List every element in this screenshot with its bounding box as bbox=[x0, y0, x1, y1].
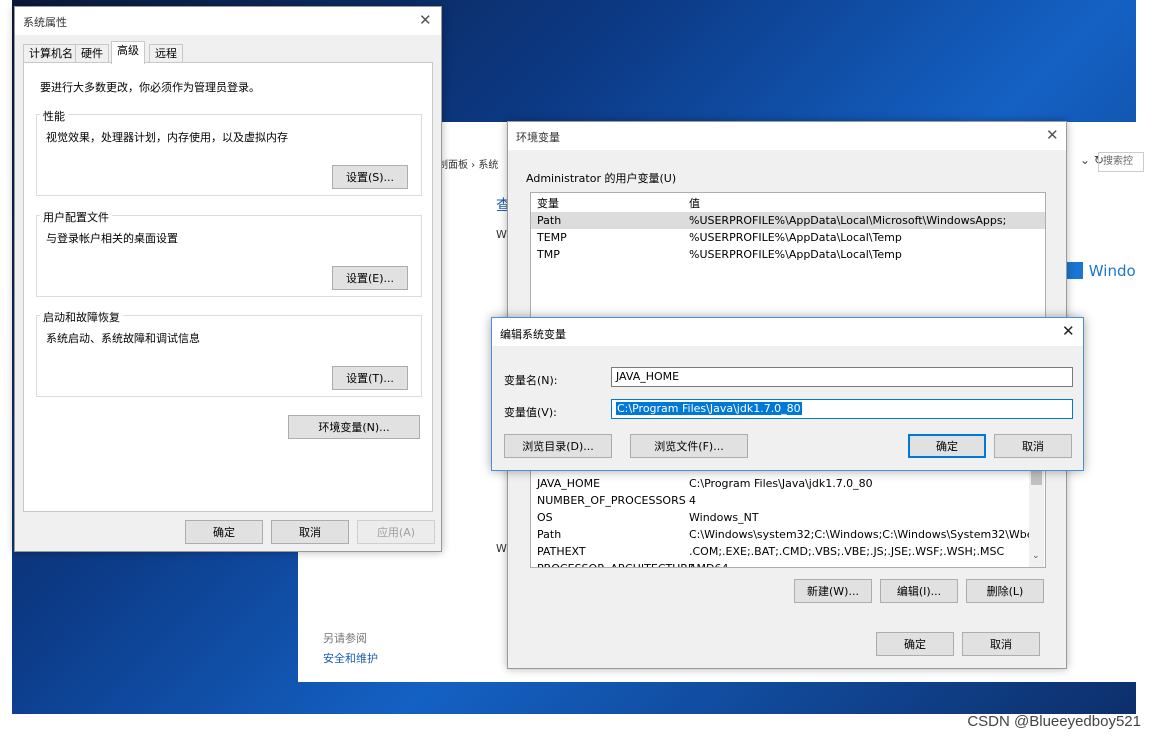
close-icon[interactable]: ✕ bbox=[419, 11, 432, 29]
list-item[interactable]: Path %USERPROFILE%\AppData\Local\Microso… bbox=[531, 212, 1045, 229]
list-item[interactable]: JAVA_HOME C:\Program Files\Java\jdk1.7.0… bbox=[531, 475, 1045, 492]
variable-value-label: 变量值(V): bbox=[504, 406, 557, 419]
admin-notice: 要进行大多数更改，你必须作为管理员登录。 bbox=[40, 81, 260, 94]
address-bar[interactable]: 制面板 › 系统 bbox=[438, 156, 498, 171]
new-button[interactable]: 新建(W)... bbox=[794, 579, 872, 603]
tab-hardware[interactable]: 硬件 bbox=[75, 44, 109, 63]
search-input[interactable]: 搜索控 bbox=[1098, 152, 1144, 172]
list-header: 变量 值 bbox=[537, 197, 700, 210]
list-item[interactable]: TMP %USERPROFILE%\AppData\Local\Temp bbox=[531, 246, 1045, 263]
list-item[interactable]: NUMBER_OF_PROCESSORS 4 bbox=[531, 492, 1045, 509]
ok-button[interactable]: 确定 bbox=[908, 434, 986, 458]
dialog-title: 环境变量 bbox=[516, 131, 560, 144]
titlebar bbox=[15, 7, 441, 35]
ok-button[interactable]: 确定 bbox=[185, 520, 263, 544]
apply-button[interactable]: 应用(A) bbox=[357, 520, 435, 544]
performance-settings-button[interactable]: 设置(S)... bbox=[332, 165, 408, 189]
user-profiles-settings-button[interactable]: 设置(E)... bbox=[332, 266, 408, 290]
titlebar bbox=[508, 122, 1066, 150]
browse-directory-button[interactable]: 浏览目录(D)... bbox=[504, 434, 612, 458]
list-item[interactable]: PROCESSOR_ARCHITECTURE AMD64 bbox=[531, 560, 1045, 567]
edit-button[interactable]: 编辑(I)... bbox=[880, 579, 958, 603]
chevron-down-icon[interactable]: ⌄ bbox=[1032, 551, 1040, 561]
windows-logo: Windo bbox=[1066, 262, 1136, 280]
user-vars-list[interactable]: 变量 值 Path %USERPROFILE%\AppData\Local\Mi… bbox=[530, 192, 1046, 320]
list-item[interactable]: OS Windows_NT bbox=[531, 509, 1045, 526]
group-label: 用户配置文件 bbox=[40, 209, 112, 225]
variable-name-label: 变量名(N): bbox=[504, 374, 558, 387]
dialog-title: 系统属性 bbox=[23, 16, 67, 29]
user-vars-label: Administrator 的用户变量(U) bbox=[526, 172, 677, 185]
cancel-button[interactable]: 取消 bbox=[962, 632, 1040, 656]
environment-variables-button[interactable]: 环境变量(N)... bbox=[288, 415, 420, 439]
cancel-button[interactable]: 取消 bbox=[994, 434, 1072, 458]
windows-flag-icon bbox=[1066, 262, 1084, 279]
cancel-button[interactable]: 取消 bbox=[271, 520, 349, 544]
scrollbar[interactable]: ⌄ bbox=[1029, 467, 1044, 567]
edit-system-variable-dialog: 编辑系统变量 ✕ 变量名(N): JAVA_HOME 变量值(V): C:\Pr… bbox=[491, 317, 1084, 471]
variable-value-field[interactable]: C:\Program Files\Java\jdk1.7.0_80 bbox=[611, 399, 1073, 419]
tab-remote[interactable]: 远程 bbox=[149, 44, 183, 63]
dialog-title: 编辑系统变量 bbox=[500, 328, 566, 341]
titlebar bbox=[492, 318, 1083, 346]
group-desc: 视觉效果，处理器计划，内存使用，以及虚拟内存 bbox=[46, 131, 288, 144]
tab-advanced[interactable]: 高级 bbox=[111, 41, 145, 64]
close-icon[interactable]: ✕ bbox=[1062, 322, 1075, 340]
group-label: 性能 bbox=[40, 108, 68, 124]
system-properties-dialog: 系统属性 ✕ 计算机名 硬件 高级 远程 要进行大多数更改，你必须作为管理员登录… bbox=[14, 6, 442, 552]
list-item[interactable]: TEMP %USERPROFILE%\AppData\Local\Temp bbox=[531, 229, 1045, 246]
group-desc: 与登录帐户相关的桌面设置 bbox=[46, 232, 178, 245]
group-label: 启动和故障恢复 bbox=[40, 309, 123, 325]
selected-text: C:\Program Files\Java\jdk1.7.0_80 bbox=[616, 402, 802, 415]
watermark: CSDN @Blueeyedboy521 bbox=[967, 713, 1141, 730]
delete-button[interactable]: 删除(L) bbox=[966, 579, 1044, 603]
list-item[interactable]: Path C:\Windows\system32;C:\Windows;C:\W… bbox=[531, 526, 1045, 543]
group-desc: 系统启动、系统故障和调试信息 bbox=[46, 332, 200, 345]
see-also-heading: 另请参阅 bbox=[323, 632, 367, 645]
security-maintenance-link[interactable]: 安全和维护 bbox=[323, 650, 378, 666]
system-vars-list[interactable]: JAVA_HOME C:\Program Files\Java\jdk1.7.0… bbox=[530, 466, 1046, 568]
tab-panel: 要进行大多数更改，你必须作为管理员登录。 性能 视觉效果，处理器计划，内存使用，… bbox=[23, 62, 433, 512]
variable-name-field[interactable]: JAVA_HOME bbox=[611, 367, 1073, 387]
list-item[interactable]: PATHEXT .COM;.EXE;.BAT;.CMD;.VBS;.VBE;.J… bbox=[531, 543, 1045, 560]
startup-settings-button[interactable]: 设置(T)... bbox=[332, 366, 408, 390]
ok-button[interactable]: 确定 bbox=[876, 632, 954, 656]
tab-computer-name[interactable]: 计算机名 bbox=[23, 44, 79, 63]
close-icon[interactable]: ✕ bbox=[1046, 126, 1059, 144]
browse-file-button[interactable]: 浏览文件(F)... bbox=[630, 434, 748, 458]
scrollbar-thumb[interactable] bbox=[1031, 471, 1042, 485]
